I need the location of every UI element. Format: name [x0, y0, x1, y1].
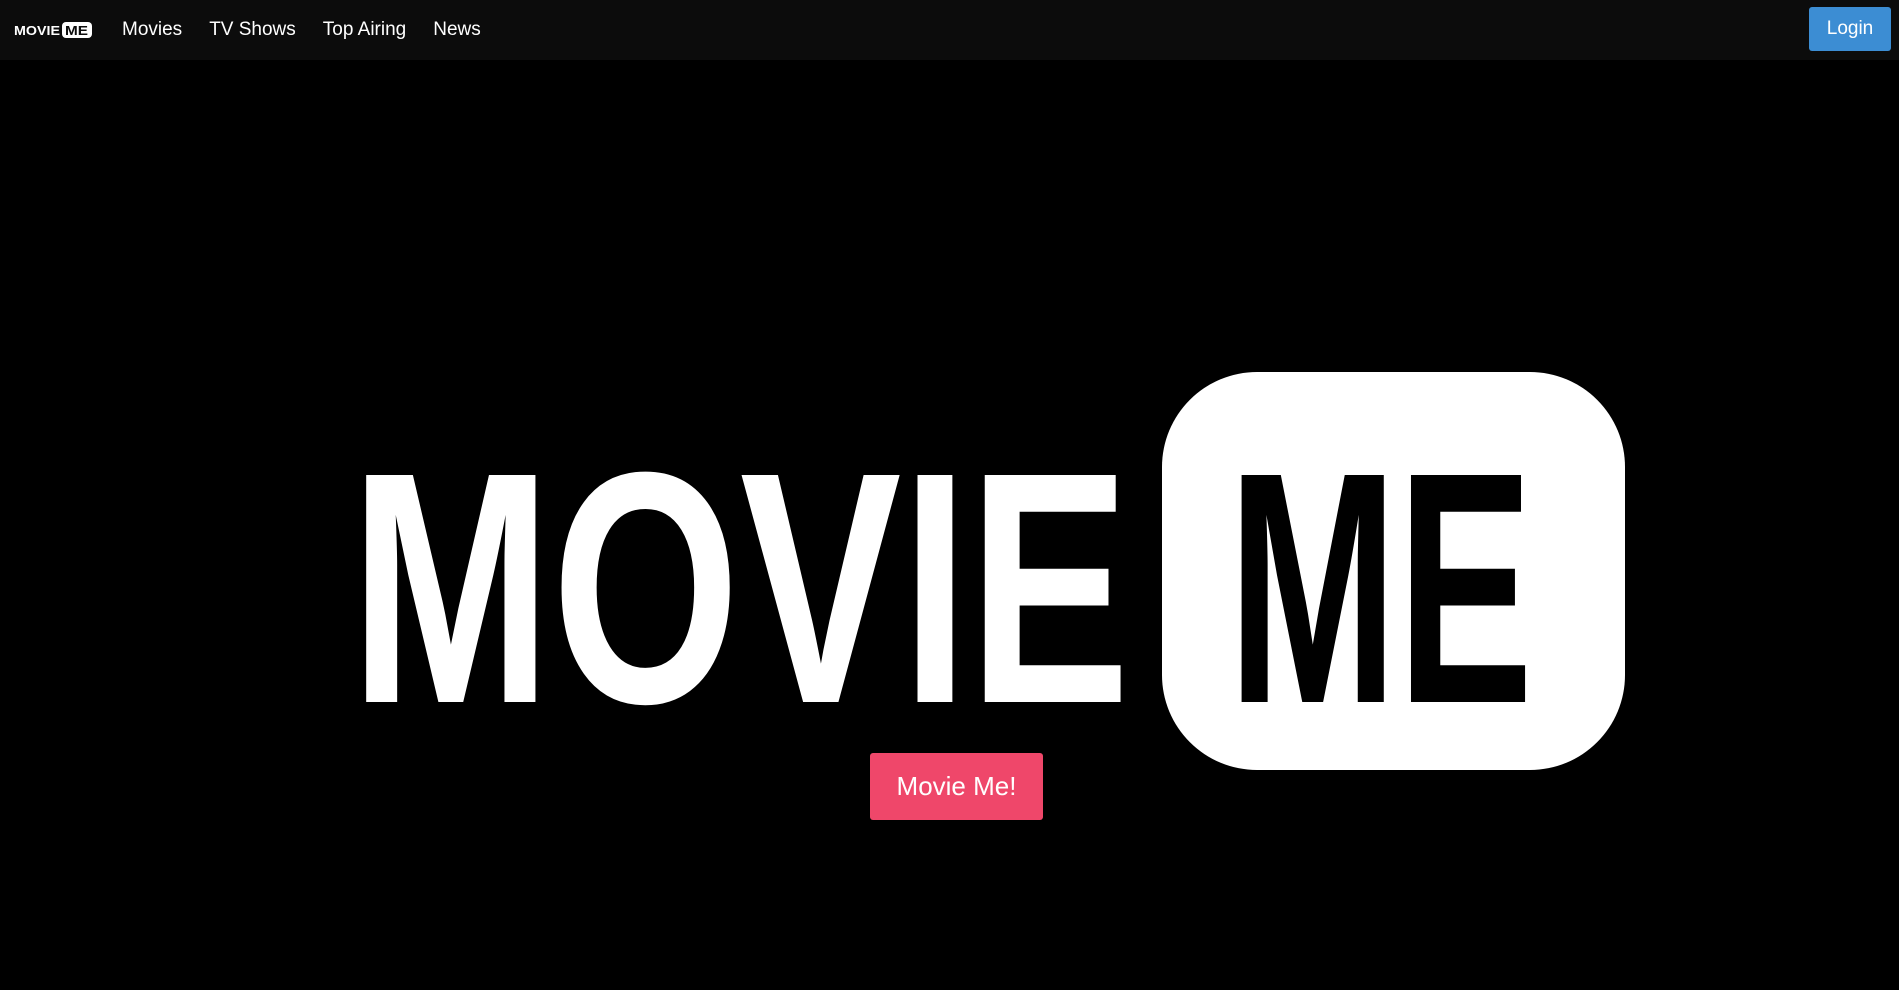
nav-link-movies[interactable]: Movies: [122, 19, 182, 41]
brand-logo[interactable]: MOVIE ME: [14, 21, 94, 39]
brand-logo-text-left: MOVIE: [14, 23, 60, 38]
brand-logo-icon: MOVIE ME: [14, 22, 92, 38]
nav-link-top-airing[interactable]: Top Airing: [323, 19, 406, 41]
hero-logo-text-left: MOVIE: [350, 403, 1130, 770]
hero-logo-text-right: ME: [1228, 403, 1533, 770]
nav-link-tv-shows[interactable]: TV Shows: [209, 19, 296, 41]
nav-links: Movies TV Shows Top Airing News: [122, 19, 508, 41]
login-button[interactable]: Login: [1809, 7, 1891, 51]
movie-me-button[interactable]: Movie Me!: [870, 753, 1043, 820]
top-navbar: MOVIE ME Movies TV Shows Top Airing News…: [0, 0, 1899, 60]
nav-link-news[interactable]: News: [433, 19, 481, 41]
hero-logo: MOVIE ME: [350, 372, 1625, 770]
brand-logo-text-right: ME: [65, 23, 88, 38]
